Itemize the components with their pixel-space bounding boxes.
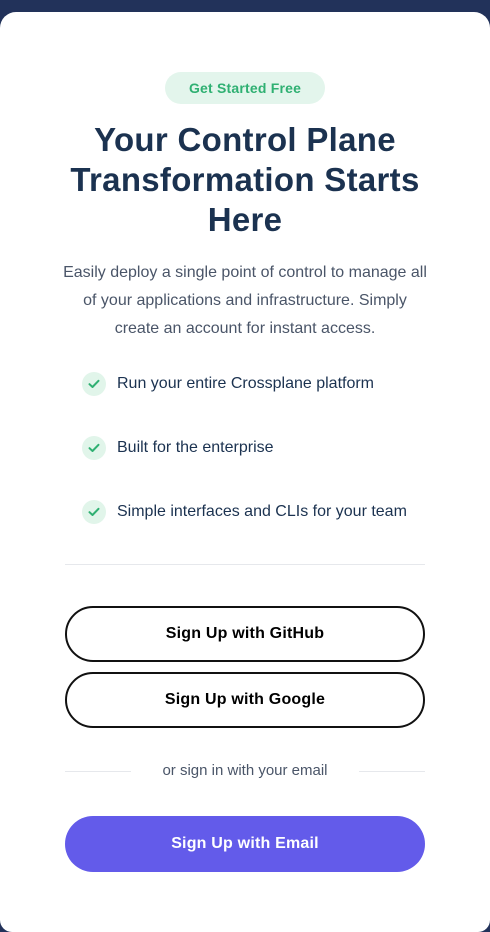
section-divider — [65, 564, 425, 565]
feature-item: Built for the enterprise — [82, 436, 274, 460]
page-frame: Get Started Free Your Control Plane Tran… — [0, 0, 490, 932]
page-subtitle: Easily deploy a single point of control … — [63, 264, 427, 337]
or-line-right — [359, 771, 425, 772]
feature-item: Run your entire Crossplane platform — [82, 372, 374, 396]
check-icon — [82, 500, 106, 524]
signup-email-button[interactable]: Sign Up with Email — [65, 816, 425, 872]
or-separator: or sign in with your email — [65, 759, 425, 783]
feature-label: Simple interfaces and CLIs for your team — [117, 503, 407, 520]
signup-github-button[interactable]: Sign Up with GitHub — [65, 606, 425, 662]
signup-card: Get Started Free Your Control Plane Tran… — [0, 12, 490, 932]
page-title: Your Control Plane Transformation Starts… — [70, 121, 420, 238]
signup-google-button[interactable]: Sign Up with Google — [65, 672, 425, 728]
feature-item: Simple interfaces and CLIs for your team — [82, 500, 407, 524]
check-icon — [82, 436, 106, 460]
check-icon — [82, 372, 106, 396]
feature-label: Built for the enterprise — [117, 439, 274, 456]
feature-label: Run your entire Crossplane platform — [117, 375, 375, 392]
get-started-badge: Get Started Free — [165, 72, 325, 104]
